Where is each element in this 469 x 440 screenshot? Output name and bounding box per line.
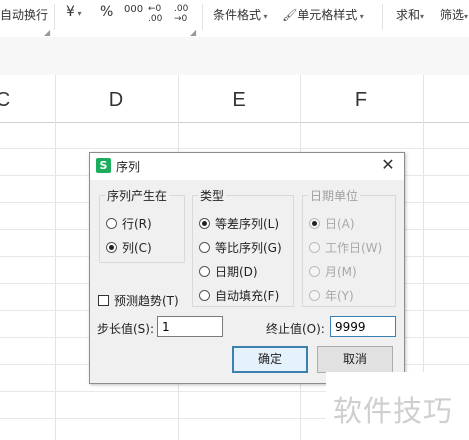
- column-header-f[interactable]: F: [351, 89, 371, 112]
- dialog-titlebar[interactable]: S 序列 ✕: [90, 153, 404, 180]
- date-unit-group: 日期单位 日(A) 工作日(W) 月(M) 年(Y): [302, 187, 396, 307]
- column-header-row: C D E F: [0, 75, 469, 123]
- watermark-text: 软件技巧: [333, 394, 454, 428]
- option-label: 行(R): [122, 217, 152, 231]
- chevron-down-icon: ▾: [74, 9, 82, 18]
- option-label: 年(Y): [325, 289, 354, 303]
- dialog-launcher-icon[interactable]: ◢: [190, 28, 196, 37]
- radio-day: 日(A): [309, 215, 355, 232]
- radio-button: [309, 218, 320, 229]
- series-dialog: S 序列 ✕ 序列产生在 行(R) 列(C) 类型 等差序列(L) 等比序列(G…: [89, 152, 405, 384]
- ribbon-separator: [202, 4, 203, 30]
- trend-label: 预测趋势(T): [114, 294, 179, 308]
- chevron-down-icon: ▾: [261, 12, 268, 21]
- column-divider: [55, 75, 56, 122]
- step-label: 步长值(S):: [97, 322, 155, 336]
- date-unit-label: 日期单位: [308, 187, 361, 204]
- option-label: 列(C): [122, 241, 152, 255]
- chevron-down-icon: ▾: [357, 12, 364, 21]
- option-label: 日期(D): [215, 265, 258, 279]
- ribbon-toolbar: 自动换行 ◢ ¥ ▾ % 000 ←0 .00 .00 →0 ◢ 条件格式 ▾ …: [0, 0, 469, 38]
- radio-button[interactable]: [106, 242, 117, 253]
- radio-workday: 工作日(W): [309, 239, 382, 256]
- radio-column[interactable]: 列(C): [106, 239, 152, 256]
- radio-geometric[interactable]: 等比序列(G): [199, 239, 282, 256]
- trend-checkbox[interactable]: [98, 295, 109, 306]
- ok-button[interactable]: 确定: [232, 346, 308, 373]
- wrap-text-button[interactable]: 自动换行: [0, 6, 48, 23]
- radio-autofill[interactable]: 自动填充(F): [199, 287, 279, 304]
- option-label: 月(M): [325, 265, 357, 279]
- grid-line: [0, 148, 469, 149]
- increase-decimal-button[interactable]: ←0 .00: [148, 4, 170, 24]
- percent-button[interactable]: %: [100, 4, 113, 20]
- radio-row[interactable]: 行(R): [106, 215, 152, 232]
- grid-line: [55, 122, 56, 440]
- radio-button: [309, 242, 320, 253]
- column-divider: [300, 75, 301, 122]
- stop-label: 终止值(O):: [266, 322, 325, 336]
- option-label: 等差序列(L): [215, 217, 280, 231]
- stop-input[interactable]: [330, 316, 396, 337]
- option-label: 工作日(W): [325, 241, 383, 255]
- app-s-icon: S: [96, 158, 111, 173]
- toolbar-gap: [0, 37, 469, 75]
- radio-button[interactable]: [199, 218, 210, 229]
- decrease-decimal-button[interactable]: .00 →0: [174, 4, 196, 24]
- series-in-group: 序列产生在 行(R) 列(C): [99, 187, 185, 263]
- type-label: 类型: [198, 187, 227, 204]
- radio-button[interactable]: [199, 290, 210, 301]
- radio-year: 年(Y): [309, 287, 354, 304]
- column-divider: [178, 75, 179, 122]
- column-header-e[interactable]: E: [229, 89, 249, 112]
- ribbon-separator: [382, 4, 383, 30]
- radio-month: 月(M): [309, 263, 357, 280]
- radio-button[interactable]: [199, 242, 210, 253]
- trend-checkbox-row[interactable]: 预测趋势(T): [98, 292, 179, 309]
- ribbon-separator: [54, 4, 55, 30]
- column-divider: [423, 75, 424, 122]
- cancel-button[interactable]: 取消: [317, 346, 393, 373]
- close-icon[interactable]: ✕: [378, 155, 398, 175]
- radio-date[interactable]: 日期(D): [199, 263, 258, 280]
- chevron-down-icon: ▾: [420, 12, 425, 21]
- radio-button: [309, 266, 320, 277]
- dialog-launcher-icon[interactable]: ◢: [44, 28, 50, 37]
- radio-button[interactable]: [106, 218, 117, 229]
- radio-button: [309, 290, 320, 301]
- cell-style-button[interactable]: 🖌单元格样式 ▾: [282, 6, 364, 23]
- radio-button[interactable]: [199, 266, 210, 277]
- series-in-label: 序列产生在: [105, 187, 170, 204]
- chevron-down-icon: ▾: [464, 12, 469, 21]
- dialog-title: 序列: [116, 160, 141, 174]
- column-header-c[interactable]: C: [0, 89, 13, 112]
- type-group: 类型 等差序列(L) 等比序列(G) 日期(D) 自动填充(F): [192, 187, 294, 307]
- step-input[interactable]: [157, 316, 223, 337]
- column-header-d[interactable]: D: [106, 89, 126, 112]
- radio-arithmetic[interactable]: 等差序列(L): [199, 215, 279, 232]
- brush-icon: 🖌: [282, 8, 298, 22]
- conditional-format-button[interactable]: 条件格式 ▾: [213, 6, 268, 23]
- sum-button[interactable]: 求和▾: [396, 6, 424, 23]
- option-label: 日(A): [325, 217, 355, 231]
- option-label: 等比序列(G): [215, 241, 282, 255]
- option-label: 自动填充(F): [215, 289, 280, 303]
- thousands-separator-button[interactable]: 000: [124, 4, 143, 15]
- filter-button[interactable]: 筛选▾: [440, 6, 468, 23]
- currency-button[interactable]: ¥ ▾: [66, 4, 81, 20]
